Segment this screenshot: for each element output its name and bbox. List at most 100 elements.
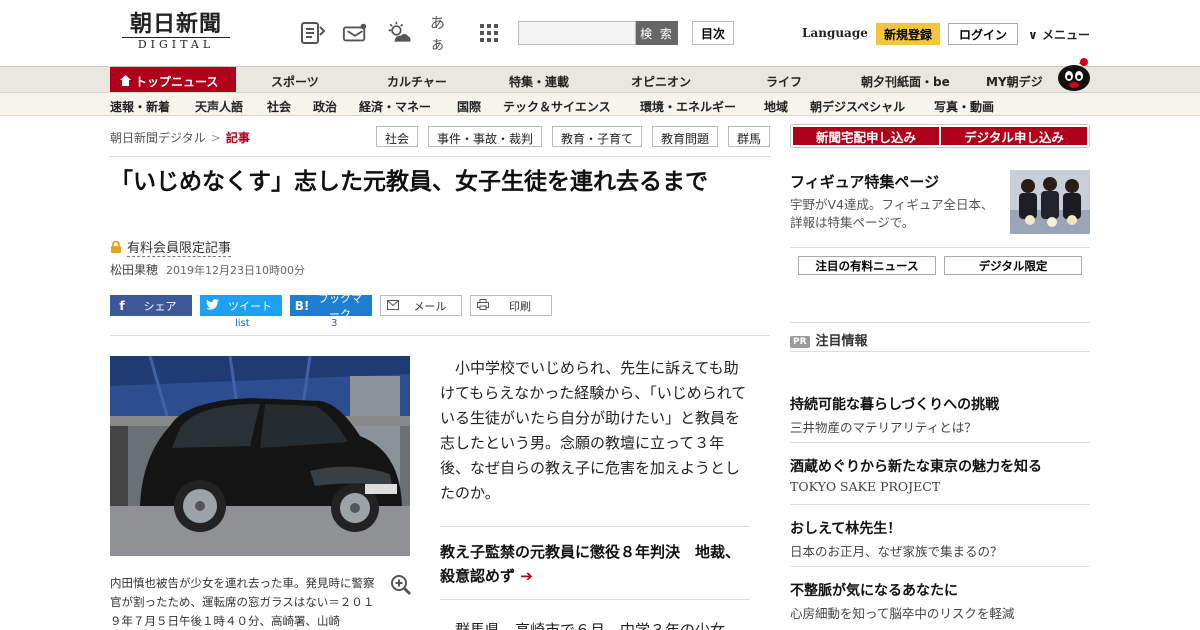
language-link[interactable]: Language [802, 26, 868, 40]
article-lead: 小中学校でいじめられ、先生に訴えても助けてもらえなかった経験から、「いじめられて… [440, 359, 747, 502]
breadcrumb-current: 記事 [225, 131, 250, 145]
nav-economy[interactable]: 経済・マネー [359, 98, 431, 115]
nav-special[interactable]: 朝デジスペシャル [810, 98, 905, 115]
related-article-link[interactable]: 教え子監禁の元教員に懲役８年判決 地裁、殺意認めず ➔ [440, 540, 750, 588]
mail-icon [381, 299, 405, 313]
publish-date: 2019年12月23日10時00分 [166, 264, 305, 277]
nav-politics[interactable]: 政治 [313, 98, 337, 115]
logo-sub-text: DIGITAL [122, 37, 230, 51]
feature-description: 宇野がV4達成。フィギュア全日本、詳報は特集ページで。 [790, 197, 994, 230]
grid-menu-icon[interactable] [476, 20, 502, 46]
zoom-icon[interactable] [390, 574, 412, 596]
nav-life[interactable]: ライフ [766, 73, 802, 90]
nav-photo-video[interactable]: 写真・動画 [934, 98, 994, 115]
tag-education[interactable]: 教育・子育て [552, 126, 643, 147]
mail-share-button[interactable]: メール [380, 295, 462, 316]
chevron-down-icon: ∨ [1028, 28, 1038, 42]
menu-button[interactable]: ∨ メニュー [1028, 26, 1090, 43]
nav-breaking[interactable]: 速報・新着 [110, 98, 170, 115]
byline: 松田果穂 2019年12月23日10時00分 [110, 261, 305, 278]
digital-subscribe-button[interactable]: デジタル申し込み [941, 127, 1087, 145]
tag-incidents[interactable]: 事件・事故・裁判 [428, 126, 543, 147]
breadcrumb-home[interactable]: 朝日新聞デジタル [110, 131, 206, 145]
newspaper-subscribe-button[interactable]: 新聞宅配申し込み [793, 127, 939, 145]
tag-education-issues[interactable]: 教育問題 [652, 126, 719, 147]
breadcrumb: 朝日新聞デジタル > 記事 [110, 129, 250, 146]
nav-top-news-label: トップニュース [135, 75, 219, 89]
pr-item-title[interactable]: 持続可能な暮らしづくりへの挑戦 [790, 394, 999, 414]
divider [110, 156, 770, 157]
site-logo[interactable]: 朝日新聞 DIGITAL [116, 12, 236, 51]
premium-label[interactable]: 有料会員限定記事 [110, 237, 232, 257]
nav-culture[interactable]: カルチャー [387, 73, 447, 90]
nav-tenseijingo[interactable]: 天声人語 [195, 98, 243, 115]
article-body: 群馬県 高崎市で６月、中学３年の少女 [455, 621, 726, 630]
article-title: 「いじめなくす」志した元教員、女子生徒を連れ去るまで [110, 169, 708, 195]
print-label: 印刷 [509, 299, 531, 313]
tab-premium-news[interactable]: 注目の有料ニュース [798, 256, 936, 275]
hatena-bookmark-label: ブックマーク [318, 291, 362, 321]
tab-digital-only[interactable]: デジタル限定 [944, 256, 1082, 275]
search-button[interactable]: 検 索 [636, 21, 678, 45]
pr-item-title[interactable]: 酒蔵めぐりから新たな東京の魅力を知る [790, 456, 1042, 476]
pr-item-title[interactable]: おしえて林先生！ [790, 518, 901, 538]
nav-top-news[interactable]: トップニュース [110, 67, 236, 93]
print-icon [471, 298, 495, 313]
hatena-bookmark-button[interactable]: B! ブックマーク [290, 292, 372, 321]
font-size-icon[interactable]: あぁ [430, 14, 456, 53]
nav-society[interactable]: 社会 [267, 98, 291, 115]
divider [790, 504, 1090, 505]
nav-opinion[interactable]: オピニオン [631, 73, 691, 90]
divider [790, 351, 1090, 352]
chat-icon[interactable] [342, 20, 368, 46]
lock-icon [110, 240, 122, 253]
divider [440, 526, 750, 527]
mascot-icon[interactable] [1054, 56, 1092, 92]
divider [790, 566, 1090, 567]
divider [790, 322, 1090, 323]
author: 松田果穂 [110, 263, 159, 277]
secondary-nav: 速報・新着 天声人語 社会 政治 経済・マネー 国際 テック＆サイエンス 環境・… [0, 92, 1200, 116]
newspaper-icon[interactable] [300, 20, 326, 46]
nav-tech-science[interactable]: テック＆サイエンス [503, 98, 611, 115]
divider [790, 247, 1090, 248]
tag-society[interactable]: 社会 [376, 126, 419, 147]
login-button[interactable]: ログイン [948, 23, 1018, 45]
divider [790, 442, 1090, 443]
tag-gunma[interactable]: 群馬 [728, 126, 771, 147]
nav-international[interactable]: 国際 [457, 98, 481, 115]
search-input[interactable] [518, 21, 636, 45]
primary-nav: トップニュース スポーツ カルチャー 特集・連載 オピニオン ライフ 朝夕刊紙面… [0, 66, 1200, 93]
nav-environment[interactable]: 環境・エネルギー [640, 98, 736, 115]
facebook-icon: f [119, 298, 125, 313]
weather-icon[interactable] [386, 20, 412, 46]
register-button[interactable]: 新規登録 [876, 23, 940, 45]
mail-share-label: メール [413, 299, 447, 313]
pr-heading: PR 注目情報 [790, 330, 868, 349]
pr-item-subtitle: 日本のお正月、なぜ家族で集まるの？ [790, 544, 1003, 559]
pr-item-title[interactable]: 不整脈が気になるあなたに [790, 580, 958, 600]
twitter-share-button[interactable]: ツイート [200, 295, 282, 316]
feature-title[interactable]: フィギュア特集ページ [790, 171, 939, 192]
feature-image[interactable] [1010, 170, 1090, 234]
nav-my-asadigi[interactable]: MY朝デジ [986, 73, 1043, 90]
nav-sports[interactable]: スポーツ [271, 73, 319, 90]
hatena-count[interactable]: 3 [331, 318, 337, 329]
breadcrumb-separator: > [210, 131, 221, 145]
pr-badge: PR [790, 336, 810, 348]
pr-heading-label: 注目情報 [815, 334, 868, 349]
divider [440, 599, 750, 600]
facebook-share-button[interactable]: f シェア [110, 295, 192, 316]
twitter-icon [200, 298, 224, 313]
photo-caption: 内田慎也被告が少女を連れ去った車。発見時に警察官が割ったため、運転席の窓ガラスは… [110, 576, 375, 628]
pr-item-subtitle: TOKYO SAKE PROJECT [790, 479, 941, 494]
twitter-count[interactable]: list [235, 318, 250, 329]
article-photo[interactable] [110, 356, 410, 556]
toc-button[interactable]: 目次 [692, 21, 734, 45]
logo-main-text: 朝日新聞 [129, 11, 222, 37]
nav-local[interactable]: 地域 [764, 98, 788, 115]
nav-features[interactable]: 特集・連載 [509, 73, 569, 90]
subscription-cta: 新聞宅配申し込み デジタル申し込み [790, 124, 1090, 148]
nav-newspaper[interactable]: 朝夕刊紙面・be [861, 73, 950, 90]
print-button[interactable]: 印刷 [470, 295, 552, 316]
